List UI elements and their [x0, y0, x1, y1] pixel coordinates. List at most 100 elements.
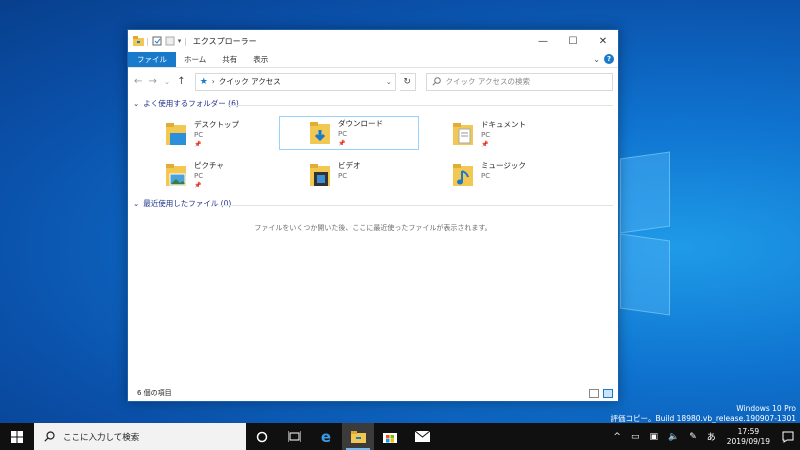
volume-icon[interactable]: 🔈 [663, 432, 684, 442]
file-list-area[interactable]: ⌄ よく使用するフォルダー (6) デスクトップ PC 📌 ダウンロード PC … [128, 95, 618, 365]
evaluation-watermark: Windows 10 Pro 評価コピー。Build 18980.vb_rele… [611, 404, 796, 424]
new-folder-icon[interactable] [165, 36, 175, 46]
folder-name: ダウンロード [338, 119, 383, 128]
downloads-folder-icon [308, 120, 332, 146]
videos-folder-icon [308, 162, 332, 188]
search-placeholder: クイック アクセスの検索 [445, 77, 531, 86]
expand-ribbon-icon[interactable]: ⌄ [593, 55, 600, 64]
cortana-button[interactable] [246, 423, 278, 450]
recent-empty-message: ファイルをいくつか開いた後、ここに最近使ったファイルが表示されます。 [254, 224, 492, 232]
group-header-frequent[interactable]: ⌄ よく使用するフォルダー (6) [133, 98, 239, 109]
taskbar-search-placeholder: ここに入力して検索 [63, 432, 140, 443]
folder-tile-documents[interactable]: ドキュメント PC 📌 [451, 118, 591, 152]
network-icon[interactable]: ▣ [644, 432, 663, 442]
folder-location: PC [338, 172, 348, 180]
search-box[interactable]: クイック アクセスの検索 [425, 72, 613, 91]
collapse-chevron-icon[interactable]: ⌄ [133, 99, 139, 108]
forward-button[interactable]: → [147, 76, 157, 87]
properties-icon[interactable] [152, 36, 162, 46]
folder-tile-music[interactable]: ミュージック PC [451, 159, 591, 193]
clock-time: 17:59 [737, 426, 760, 436]
folder-location: PC [338, 130, 348, 138]
address-bar[interactable]: ★ › クイック アクセス ⌄ [194, 72, 396, 91]
battery-icon[interactable]: ▭ [626, 432, 645, 442]
item-count: 6 個の項目 [137, 389, 172, 397]
folder-location: PC [481, 172, 491, 180]
minimize-icon: — [538, 35, 548, 47]
store-bag-icon [383, 433, 397, 443]
refresh-icon: ↻ [403, 76, 411, 87]
edge-icon: e [320, 427, 332, 446]
folder-name: ドキュメント [481, 120, 526, 129]
toolbar-separator: | [146, 36, 149, 46]
windows-logo-icon [11, 430, 23, 443]
file-explorer-window[interactable]: | ▾ | エクスプローラー — ☐ ✕ ファイル ホーム 共有 表示 ⌄ ? … [127, 29, 619, 402]
collapse-chevron-icon[interactable]: ⌄ [133, 199, 139, 208]
desktop-folder-icon [164, 121, 188, 147]
music-folder-icon [451, 162, 475, 188]
help-icon[interactable]: ? [604, 54, 614, 64]
system-tray: ^ ▭ ▣ 🔈 ✎ あ 17:59 2019/09/19 [608, 423, 800, 450]
tab-file[interactable]: ファイル [128, 52, 176, 67]
taskbar-search-box[interactable]: ここに入力して検索 [34, 423, 246, 450]
group-header-recent[interactable]: ⌄ 最近使用したファイル (0) [133, 198, 231, 209]
clock-date: 2019/09/19 [726, 436, 770, 446]
action-center-button[interactable] [776, 431, 800, 443]
clock[interactable]: 17:59 2019/09/19 [721, 427, 776, 447]
back-button[interactable]: ← [133, 76, 143, 87]
up-button[interactable]: ↑ [176, 76, 186, 87]
folder-location: PC [481, 131, 491, 139]
folder-name: ピクチャ [194, 161, 224, 170]
large-icons-view-button[interactable] [603, 389, 613, 398]
watermark-edition: Windows 10 Pro [736, 404, 796, 413]
task-view-icon [287, 431, 301, 442]
pictures-folder-icon [164, 162, 188, 188]
address-dropdown-icon[interactable]: ⌄ [386, 78, 392, 86]
address-path[interactable]: クイック アクセス [219, 76, 281, 87]
task-view-button[interactable] [278, 423, 310, 450]
title-bar[interactable]: | ▾ | エクスプローラー — ☐ ✕ [128, 30, 618, 52]
folder-location: PC [194, 131, 204, 139]
close-button[interactable]: ✕ [588, 30, 618, 52]
documents-folder-icon [451, 121, 475, 147]
group-title-frequent: よく使用するフォルダー (6) [143, 99, 239, 108]
tab-home[interactable]: ホーム [176, 52, 214, 67]
file-explorer-taskbar-button[interactable] [342, 423, 374, 450]
breadcrumb-chevron-icon[interactable]: › [212, 77, 215, 86]
mail-button[interactable] [406, 423, 438, 450]
mail-envelope-icon [414, 431, 430, 442]
show-hidden-icons-button[interactable]: ^ [608, 432, 626, 442]
recent-locations-icon[interactable]: ⌄ [162, 78, 172, 86]
navigation-bar: ← → ⌄ ↑ ★ › クイック アクセス ⌄ ↻ クイック アクセスの検索 [128, 68, 618, 95]
details-view-button[interactable] [589, 389, 599, 398]
ribbon-tabs: ファイル ホーム 共有 表示 ⌄ ? [128, 52, 618, 68]
ime-mode-indicator[interactable]: あ [702, 430, 721, 443]
folder-tile-downloads[interactable]: ダウンロード PC 📌 [279, 116, 419, 150]
pin-icon: 📌 [194, 182, 202, 189]
search-icon [431, 77, 441, 86]
toolbar-separator: | [184, 36, 187, 46]
cortana-circle-icon [256, 431, 268, 442]
pin-icon: 📌 [338, 140, 346, 147]
window-title: エクスプローラー [192, 36, 257, 46]
search-icon [44, 431, 55, 442]
file-explorer-icon [350, 430, 366, 443]
tab-view[interactable]: 表示 [245, 52, 276, 67]
customize-qat-icon[interactable]: ▾ [178, 37, 182, 45]
minimize-button[interactable]: — [528, 30, 558, 52]
maximize-button[interactable]: ☐ [558, 30, 588, 52]
tab-share[interactable]: 共有 [214, 52, 245, 67]
quick-access-star-icon: ★ [199, 76, 208, 87]
pin-icon: 📌 [194, 141, 202, 148]
close-icon: ✕ [598, 35, 608, 47]
refresh-button[interactable]: ↻ [399, 72, 416, 91]
store-button[interactable] [374, 423, 406, 450]
pen-workspace-icon[interactable]: ✎ [684, 432, 702, 442]
folder-app-icon[interactable] [133, 36, 144, 46]
start-button[interactable] [0, 423, 34, 450]
folder-tile-pictures[interactable]: ピクチャ PC 📌 [164, 159, 304, 193]
maximize-icon: ☐ [568, 35, 578, 47]
pin-icon: 📌 [481, 141, 489, 148]
edge-button[interactable]: e [310, 423, 342, 450]
folder-tile-videos[interactable]: ビデオ PC [308, 159, 448, 193]
